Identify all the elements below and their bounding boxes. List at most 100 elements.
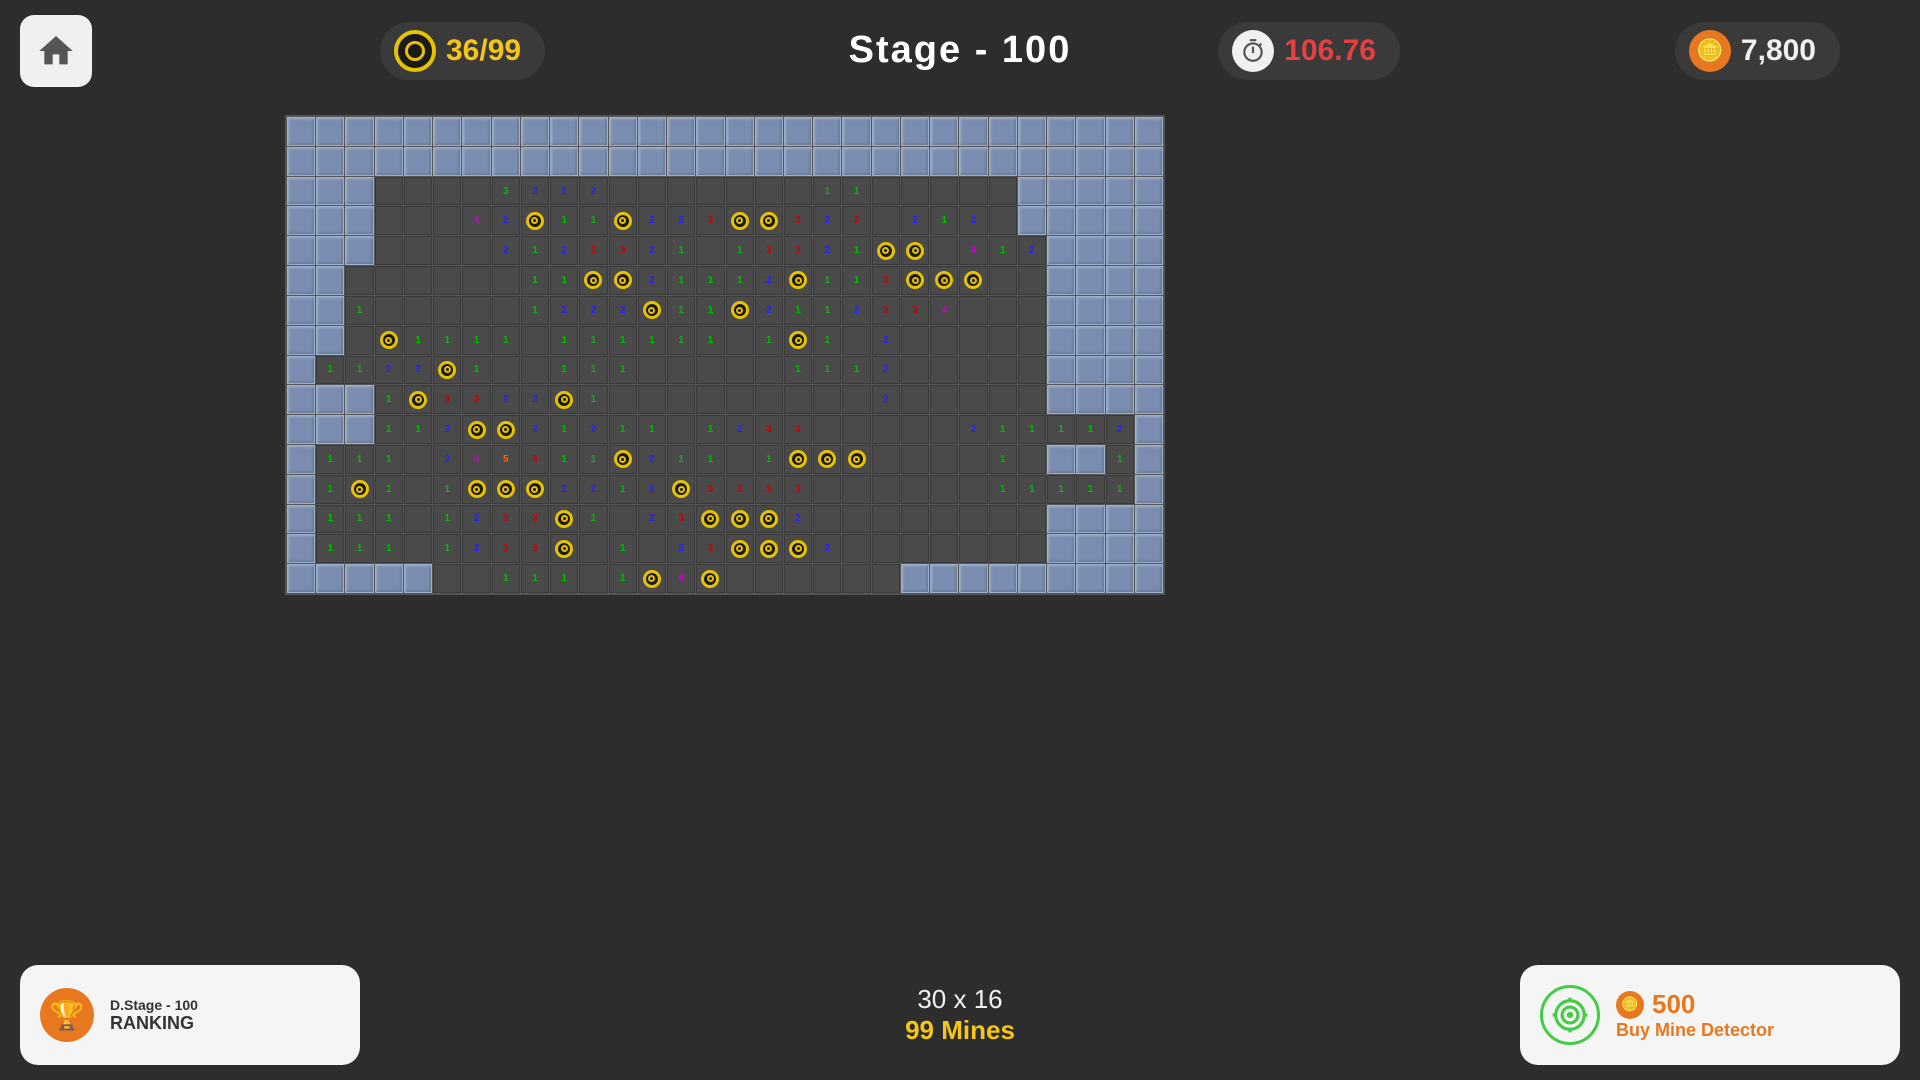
grid-cell[interactable]: 1 [404, 326, 432, 355]
grid-cell[interactable] [521, 206, 549, 235]
grid-cell[interactable]: 1 [989, 475, 1017, 504]
grid-cell[interactable] [404, 147, 432, 176]
grid-cell[interactable] [784, 147, 812, 176]
grid-cell[interactable] [872, 445, 900, 474]
grid-cell[interactable]: 1 [1076, 475, 1104, 504]
grid-cell[interactable] [375, 236, 403, 265]
grid-cell[interactable]: 1 [316, 475, 344, 504]
grid-cell[interactable] [1106, 356, 1134, 385]
grid-cell[interactable] [726, 296, 754, 325]
grid-cell[interactable] [726, 147, 754, 176]
grid-cell[interactable]: 1 [755, 445, 783, 474]
grid-cell[interactable] [667, 147, 695, 176]
grid-cell[interactable] [492, 415, 520, 444]
grid-cell[interactable] [609, 117, 637, 146]
grid-cell[interactable]: 1 [462, 356, 490, 385]
grid-cell[interactable]: 2 [521, 385, 549, 414]
grid-cell[interactable] [1106, 117, 1134, 146]
grid-cell[interactable] [726, 385, 754, 414]
grid-cell[interactable]: 2 [667, 206, 695, 235]
grid-cell[interactable]: 1 [375, 505, 403, 534]
grid-cell[interactable] [1018, 505, 1046, 534]
grid-cell[interactable]: 1 [667, 445, 695, 474]
grid-cell[interactable]: 1 [784, 356, 812, 385]
grid-cell[interactable] [287, 147, 315, 176]
grid-cell[interactable] [521, 475, 549, 504]
grid-cell[interactable] [1018, 266, 1046, 295]
grid-cell[interactable] [696, 147, 724, 176]
grid-cell[interactable] [462, 147, 490, 176]
grid-cell[interactable] [667, 385, 695, 414]
grid-cell[interactable] [959, 177, 987, 206]
grid-cell[interactable] [726, 117, 754, 146]
grid-cell[interactable] [959, 117, 987, 146]
grid-cell[interactable]: 1 [550, 356, 578, 385]
grid-cell[interactable]: 1 [696, 296, 724, 325]
grid-cell[interactable] [638, 385, 666, 414]
grid-cell[interactable] [1076, 266, 1104, 295]
grid-cell[interactable] [959, 534, 987, 563]
grid-cell[interactable] [755, 564, 783, 593]
grid-cell[interactable] [989, 564, 1017, 593]
grid-cell[interactable]: 2 [901, 206, 929, 235]
grid-cell[interactable] [404, 236, 432, 265]
grid-cell[interactable]: 3 [726, 475, 754, 504]
grid-cell[interactable]: 2 [433, 445, 461, 474]
grid-cell[interactable] [492, 147, 520, 176]
grid-cell[interactable]: 2 [959, 206, 987, 235]
grid-cell[interactable] [989, 117, 1017, 146]
grid-cell[interactable]: 1 [989, 445, 1017, 474]
grid-cell[interactable] [1106, 206, 1134, 235]
grid-cell[interactable] [1106, 147, 1134, 176]
grid-cell[interactable] [1135, 206, 1163, 235]
grid-cell[interactable]: 2 [492, 236, 520, 265]
grid-cell[interactable] [696, 117, 724, 146]
grid-cell[interactable] [1135, 266, 1163, 295]
grid-cell[interactable]: 1 [696, 415, 724, 444]
grid-cell[interactable]: 2 [755, 296, 783, 325]
grid-cell[interactable] [609, 385, 637, 414]
grid-cell[interactable]: 1 [375, 415, 403, 444]
grid-cell[interactable] [287, 534, 315, 563]
grid-cell[interactable] [433, 147, 461, 176]
grid-cell[interactable] [1135, 326, 1163, 355]
grid-cell[interactable]: 2 [1106, 415, 1134, 444]
grid-cell[interactable] [316, 206, 344, 235]
grid-cell[interactable]: 1 [579, 326, 607, 355]
grid-cell[interactable] [930, 177, 958, 206]
grid-cell[interactable] [316, 296, 344, 325]
grid-cell[interactable] [1076, 385, 1104, 414]
grid-cell[interactable]: 2 [813, 534, 841, 563]
ranking-panel[interactable]: 🏆 D.Stage - 100 RANKING [20, 965, 360, 1065]
grid-cell[interactable] [1047, 117, 1075, 146]
grid-cell[interactable]: 3 [667, 505, 695, 534]
grid-cell[interactable] [930, 385, 958, 414]
grid-cell[interactable] [930, 326, 958, 355]
grid-cell[interactable] [842, 534, 870, 563]
grid-cell[interactable]: 3 [492, 177, 520, 206]
grid-cell[interactable] [287, 356, 315, 385]
grid-cell[interactable] [550, 534, 578, 563]
grid-cell[interactable] [959, 147, 987, 176]
buy-detector-panel[interactable]: 🪙 500 Buy Mine Detector [1520, 965, 1900, 1065]
grid-cell[interactable]: 2 [638, 266, 666, 295]
grid-cell[interactable] [813, 117, 841, 146]
grid-cell[interactable] [872, 236, 900, 265]
grid-cell[interactable] [316, 564, 344, 593]
grid-cell[interactable]: 3 [492, 505, 520, 534]
grid-cell[interactable] [316, 266, 344, 295]
grid-cell[interactable] [287, 296, 315, 325]
grid-cell[interactable] [901, 564, 929, 593]
grid-cell[interactable]: 2 [842, 296, 870, 325]
grid-cell[interactable] [345, 206, 373, 235]
grid-cell[interactable] [959, 326, 987, 355]
grid-cell[interactable]: 1 [667, 266, 695, 295]
grid-cell[interactable] [696, 177, 724, 206]
grid-cell[interactable] [1047, 356, 1075, 385]
grid-cell[interactable] [1047, 206, 1075, 235]
grid-cell[interactable] [462, 266, 490, 295]
grid-cell[interactable] [696, 385, 724, 414]
grid-cell[interactable]: 2 [579, 177, 607, 206]
grid-cell[interactable] [375, 147, 403, 176]
grid-cell[interactable]: 1 [784, 296, 812, 325]
